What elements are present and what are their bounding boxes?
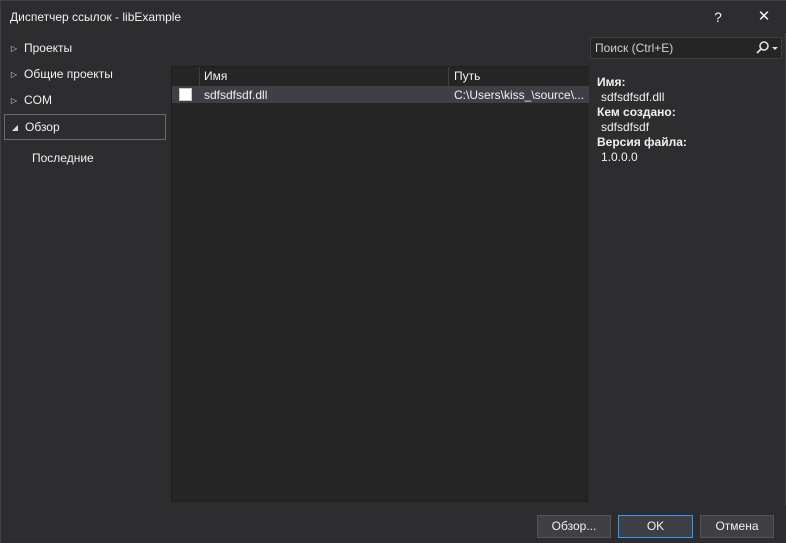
column-header-check <box>172 67 200 87</box>
ok-button[interactable]: OK <box>618 515 693 538</box>
column-header-path[interactable]: Путь <box>449 67 589 87</box>
column-header-name[interactable]: Имя <box>200 67 449 87</box>
row-path: C:\Users\kiss_\source\... <box>454 88 585 102</box>
nav-item-label: Проекты <box>24 41 73 55</box>
detail-created-label: Кем создано: <box>597 105 676 119</box>
row-checkbox[interactable] <box>179 88 192 101</box>
row-name: sdfsdfsdf.dll <box>204 88 268 102</box>
detail-created-value: sdfsdfsdf <box>601 120 650 134</box>
button-bar: Обзор... OK Отмена <box>1 506 786 543</box>
list-header: Имя Путь <box>172 67 589 87</box>
nav-item-browse[interactable]: ◢ Обзор <box>4 114 166 140</box>
nav-item-label: Обзор <box>25 120 60 134</box>
detail-version-label: Версия файла: <box>597 135 687 149</box>
nav-item-projects[interactable]: ▷ Проекты <box>4 35 166 61</box>
reference-manager-dialog: Диспетчер ссылок - libExample ? ✕ ▷ Прое… <box>0 0 786 543</box>
browse-button[interactable]: Обзор... <box>537 515 611 538</box>
collapse-arrow-icon[interactable]: ◢ <box>5 123 25 132</box>
close-button[interactable]: ✕ <box>751 5 777 29</box>
expand-arrow-icon[interactable]: ▷ <box>4 44 24 53</box>
detail-version-value: 1.0.0.0 <box>601 150 638 164</box>
cancel-button[interactable]: Отмена <box>700 515 774 538</box>
list-row[interactable]: sdfsdfsdf.dll C:\Users\kiss_\source\... <box>172 87 589 103</box>
nav-item-label: COM <box>24 93 52 107</box>
search-icon[interactable] <box>753 40 781 56</box>
window-title: Диспетчер ссылок - libExample <box>10 10 182 24</box>
search-input[interactable] <box>591 38 751 58</box>
title-bar: Диспетчер ссылок - libExample ? ✕ <box>1 1 786 33</box>
expand-arrow-icon[interactable]: ▷ <box>4 70 24 79</box>
reference-list: Имя Путь sdfsdfsdf.dll C:\Users\kiss_\so… <box>171 66 589 502</box>
detail-name-value: sdfsdfsdf.dll <box>601 90 665 104</box>
nav-item-label: Общие проекты <box>24 67 113 81</box>
details-panel: Имя: sdfsdfsdf.dll Кем создано: sdfsdfsd… <box>597 75 782 165</box>
expand-arrow-icon[interactable]: ▷ <box>4 96 24 105</box>
help-button[interactable]: ? <box>705 5 731 29</box>
search-box <box>590 37 782 59</box>
detail-name-label: Имя: <box>597 75 626 89</box>
nav-subitem-recent[interactable]: Последние <box>32 151 94 165</box>
nav-item-com[interactable]: ▷ COM <box>4 87 166 113</box>
nav-item-shared-projects[interactable]: ▷ Общие проекты <box>4 61 166 87</box>
category-nav: ▷ Проекты ▷ Общие проекты ▷ COM ◢ Обзор … <box>1 33 169 503</box>
